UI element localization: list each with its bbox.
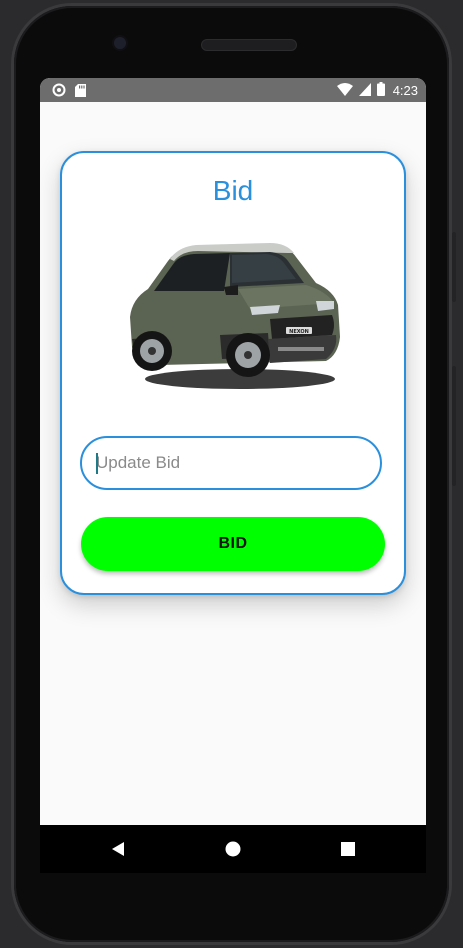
battery-icon (376, 82, 385, 99)
status-bar: 4:23 (40, 78, 426, 102)
wifi-icon (336, 82, 353, 99)
back-icon[interactable] (108, 839, 128, 859)
sync-circle-icon (52, 83, 66, 100)
navigation-bar (40, 825, 426, 873)
bid-card: Bid NEXON Update Bid BID (60, 151, 406, 595)
sd-card-icon (75, 83, 86, 100)
text-caret (96, 453, 98, 474)
earpiece-speaker (201, 39, 297, 51)
recents-icon[interactable] (338, 839, 358, 859)
update-bid-input[interactable] (80, 436, 382, 490)
car-image: NEXON (130, 243, 340, 389)
status-time: 4:23 (392, 83, 418, 98)
cellular-signal-icon (358, 82, 371, 99)
card-title: Bid (212, 175, 254, 206)
front-camera (114, 37, 126, 49)
volume-button (452, 232, 456, 302)
bid-button[interactable]: BID (81, 517, 385, 571)
car-badge: NEXON (289, 329, 309, 335)
power-button (452, 366, 456, 486)
app-screen: 4:23 Bid NEXON Update Bid BID (40, 78, 426, 825)
home-icon[interactable] (223, 839, 243, 859)
